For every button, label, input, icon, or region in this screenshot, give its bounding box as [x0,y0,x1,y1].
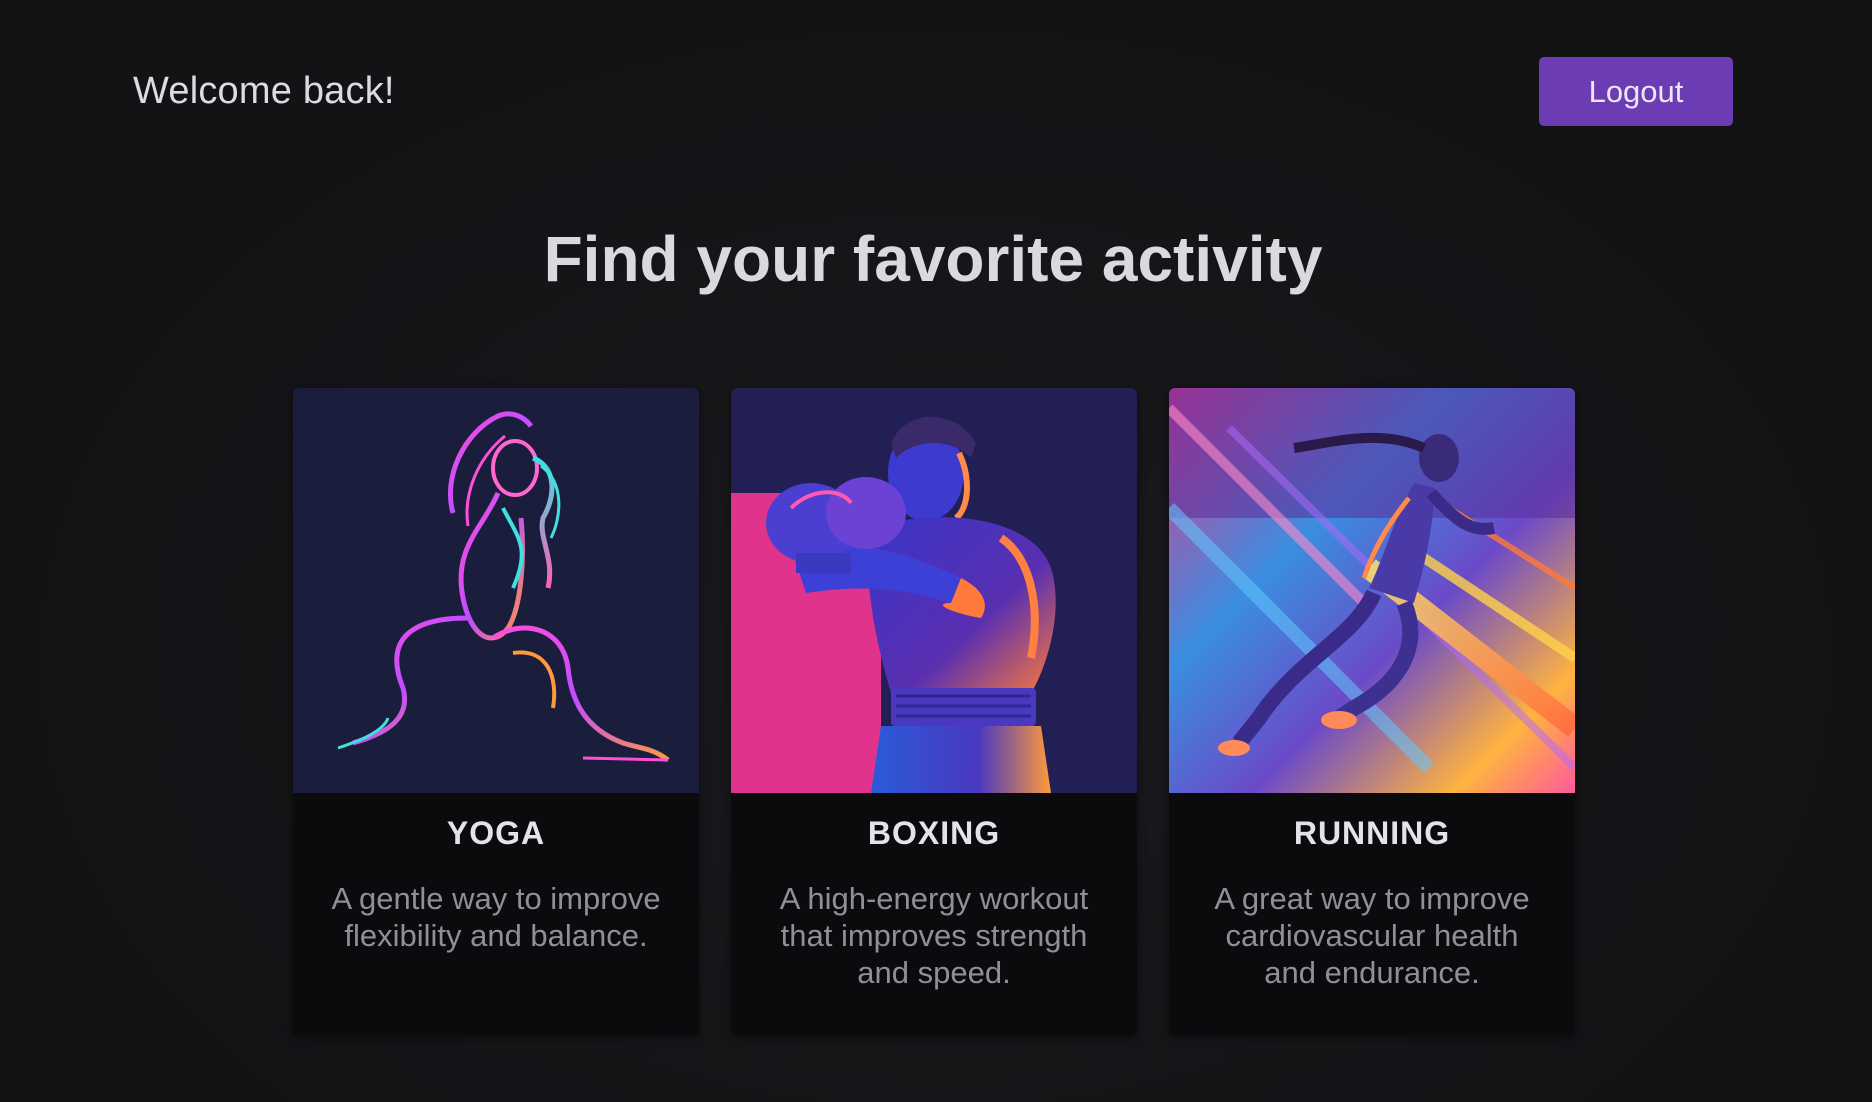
activity-card-list: YOGA A gentle way to improve flexibility… [293,388,1575,1036]
activity-card-running[interactable]: RUNNING A great way to improve cardiovas… [1169,388,1575,1036]
activity-page: Welcome back! Logout Find your favorite … [0,0,1872,1102]
activity-card-boxing[interactable]: BOXING A high-energy workout that improv… [731,388,1137,1036]
page-title: Find your favorite activity [543,223,1323,295]
card-title: YOGA [446,815,546,851]
yoga-illustration [293,388,699,793]
card-title: BOXING [867,815,1001,851]
running-illustration [1169,388,1575,793]
card-description: A high-energy workout that improves stre… [779,881,1089,990]
card-description: A great way to improve cardiovascular he… [1214,881,1530,990]
card-title: RUNNING [1293,815,1451,851]
card-description: A gentle way to improve flexibility and … [331,881,661,953]
welcome-message: Welcome back! [133,70,395,112]
activity-card-yoga[interactable]: YOGA A gentle way to improve flexibility… [293,388,699,1036]
top-bar: Welcome back! Logout [0,0,1872,180]
logout-button[interactable]: Logout [1539,57,1733,126]
boxing-illustration [731,388,1137,793]
